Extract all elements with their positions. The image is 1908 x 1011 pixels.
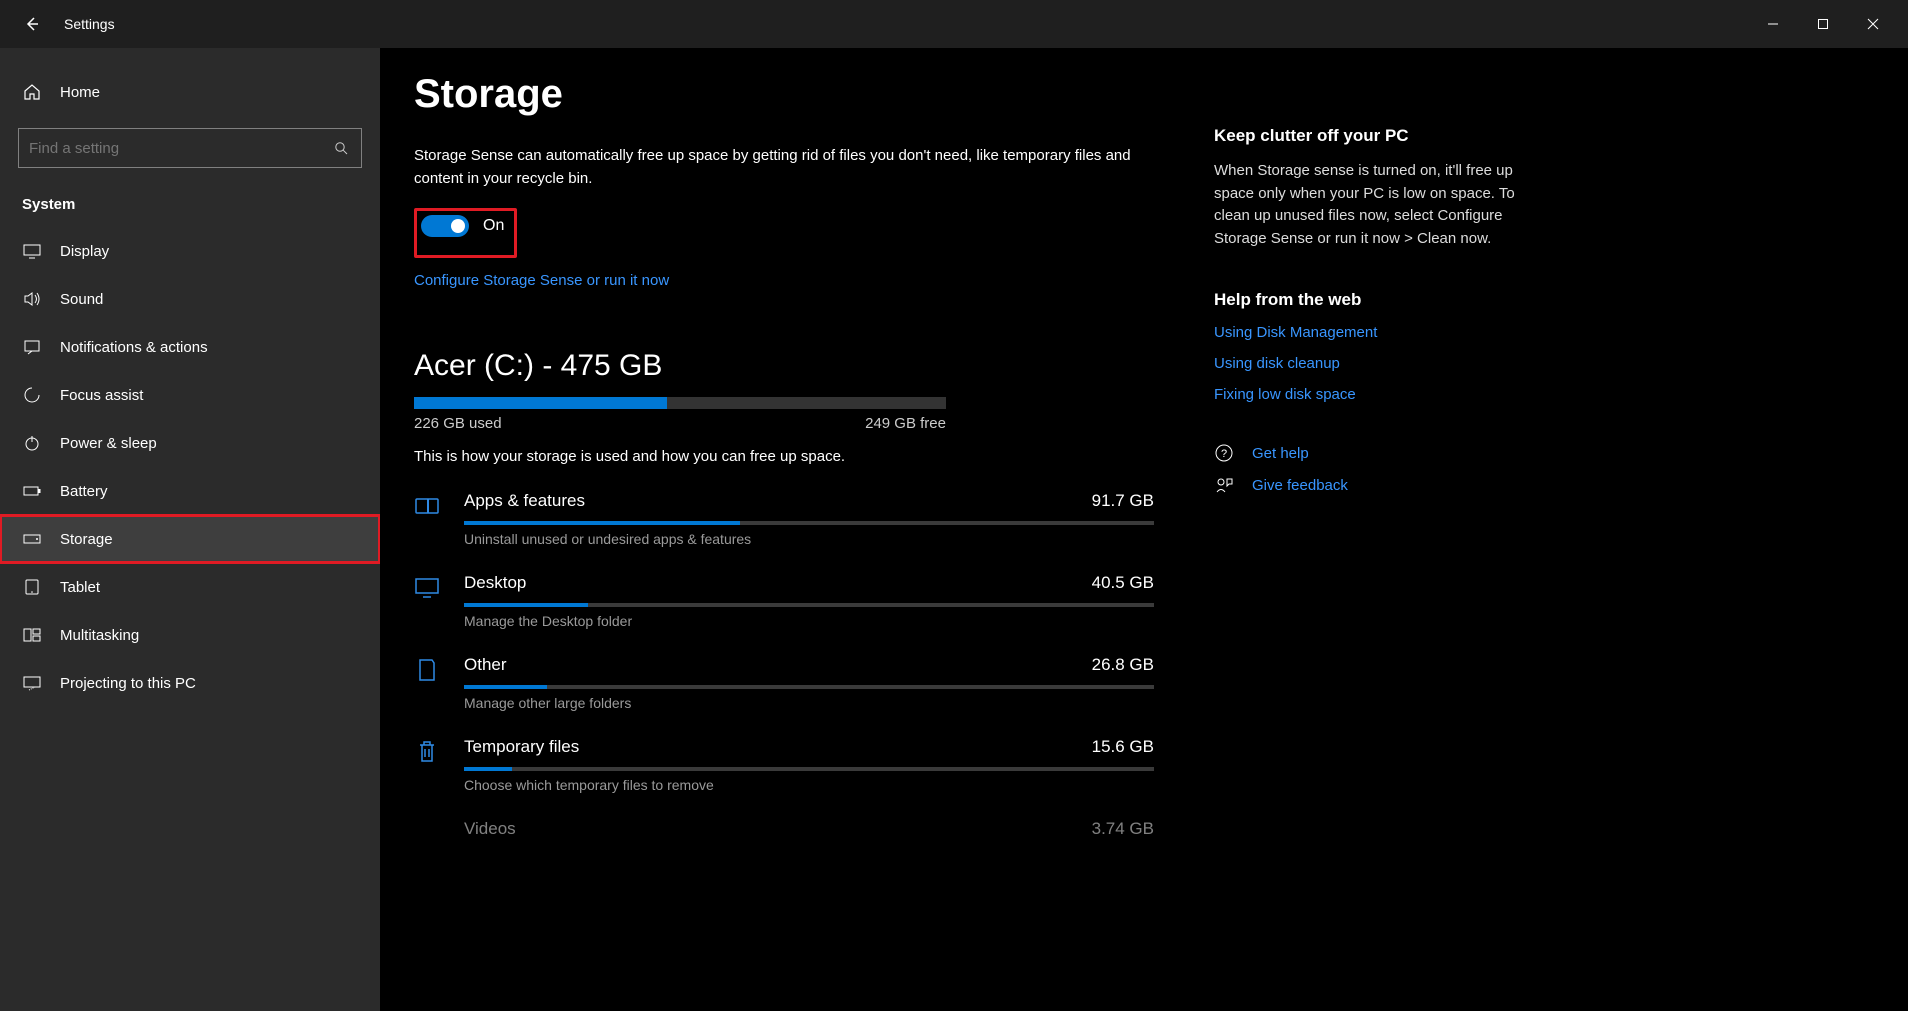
help-link-low-disk-space[interactable]: Fixing low disk space <box>1214 386 1524 403</box>
sidebar-item-multitasking[interactable]: Multitasking <box>0 611 380 659</box>
category-sub: Choose which temporary files to remove <box>464 777 1154 793</box>
sidebar-item-label: Focus assist <box>60 387 143 404</box>
titlebar: Settings <box>0 0 1908 48</box>
focus-icon <box>22 385 42 405</box>
sidebar-item-sound[interactable]: Sound <box>0 275 380 323</box>
sidebar-item-battery[interactable]: Battery <box>0 467 380 515</box>
notifications-icon <box>22 337 42 357</box>
home-button[interactable]: Home <box>0 68 380 116</box>
sidebar-item-notifications[interactable]: Notifications & actions <box>0 323 380 371</box>
category-sub: Manage the Desktop folder <box>464 613 1154 629</box>
free-text: 249 GB free <box>865 415 946 432</box>
feedback-icon <box>1214 475 1234 495</box>
category-sub: Manage other large folders <box>464 695 1154 711</box>
configure-link[interactable]: Configure Storage Sense or run it now <box>414 272 669 289</box>
category-size: 15.6 GB <box>1092 737 1154 757</box>
sidebar-item-projecting[interactable]: Projecting to this PC <box>0 659 380 707</box>
window-title: Settings <box>52 16 1750 32</box>
search-container[interactable] <box>18 128 362 168</box>
section-label: System <box>0 186 380 227</box>
sidebar-item-label: Display <box>60 243 109 260</box>
projecting-icon <box>22 673 42 693</box>
page-title: Storage <box>414 72 1154 117</box>
storage-icon <box>22 529 42 549</box>
back-arrow-icon <box>24 16 40 32</box>
sidebar-item-tablet[interactable]: Tablet <box>0 563 380 611</box>
category-name: Other <box>464 655 507 675</box>
used-text: 226 GB used <box>414 415 502 432</box>
sidebar-item-label: Power & sleep <box>60 435 157 452</box>
sidebar-item-focus-assist[interactable]: Focus assist <box>0 371 380 419</box>
sidebar-item-storage[interactable]: Storage <box>0 515 380 563</box>
category-name: Temporary files <box>464 737 579 757</box>
right-column: Keep clutter off your PC When Storage se… <box>1214 72 1524 1011</box>
search-input[interactable] <box>29 140 331 157</box>
search-icon <box>331 138 351 158</box>
tablet-icon <box>22 577 42 597</box>
sidebar-item-display[interactable]: Display <box>0 227 380 275</box>
sidebar-item-label: Storage <box>60 531 113 548</box>
svg-text:?: ? <box>1221 448 1227 460</box>
toggle-highlight: On <box>414 208 517 258</box>
clutter-title: Keep clutter off your PC <box>1214 126 1524 146</box>
give-feedback-link[interactable]: Give feedback <box>1252 477 1348 494</box>
sidebar-item-label: Sound <box>60 291 103 308</box>
power-icon <box>22 433 42 453</box>
category-size: 40.5 GB <box>1092 573 1154 593</box>
back-button[interactable] <box>12 16 52 32</box>
toggle-state-label: On <box>483 217 504 235</box>
sidebar-item-label: Multitasking <box>60 627 139 644</box>
home-label: Home <box>60 84 100 101</box>
desktop-icon <box>414 573 446 601</box>
multitasking-icon <box>22 625 42 645</box>
sidebar: Home System Display Sound Notifications … <box>0 48 380 1011</box>
storage-sense-description: Storage Sense can automatically free up … <box>414 145 1154 190</box>
category-name: Videos <box>464 819 516 839</box>
minimize-icon <box>1767 18 1779 30</box>
get-help-row[interactable]: ? Get help <box>1214 443 1524 463</box>
category-name: Apps & features <box>464 491 585 511</box>
category-desktop[interactable]: Desktop 40.5 GB Manage the Desktop folder <box>414 573 1154 629</box>
minimize-button[interactable] <box>1750 8 1796 40</box>
category-temp[interactable]: Temporary files 15.6 GB Choose which temp… <box>414 737 1154 793</box>
display-icon <box>22 241 42 261</box>
usage-description: This is how your storage is used and how… <box>414 448 1154 465</box>
help-link-disk-management[interactable]: Using Disk Management <box>1214 324 1524 341</box>
get-help-link[interactable]: Get help <box>1252 445 1309 462</box>
sidebar-item-label: Tablet <box>60 579 100 596</box>
other-icon <box>414 655 446 683</box>
drive-usage-bar <box>414 397 946 409</box>
give-feedback-row[interactable]: Give feedback <box>1214 475 1524 495</box>
clutter-body: When Storage sense is turned on, it'll f… <box>1214 160 1524 250</box>
sidebar-item-label: Notifications & actions <box>60 339 208 356</box>
content-area: Storage Storage Sense can automatically … <box>380 48 1908 1011</box>
sound-icon <box>22 289 42 309</box>
trash-icon <box>414 737 446 765</box>
category-size: 3.74 GB <box>1092 819 1154 839</box>
battery-icon <box>22 481 42 501</box>
category-sub: Uninstall unused or undesired apps & fea… <box>464 531 1154 547</box>
category-videos[interactable]: Videos 3.74 GB <box>414 819 1154 839</box>
sidebar-item-label: Projecting to this PC <box>60 675 196 692</box>
apps-icon <box>414 491 446 519</box>
close-button[interactable] <box>1850 8 1896 40</box>
help-link-disk-cleanup[interactable]: Using disk cleanup <box>1214 355 1524 372</box>
category-other[interactable]: Other 26.8 GB Manage other large folders <box>414 655 1154 711</box>
sidebar-item-label: Battery <box>60 483 108 500</box>
maximize-icon <box>1817 18 1829 30</box>
drive-heading: Acer (C:) - 475 GB <box>414 349 1154 383</box>
category-name: Desktop <box>464 573 526 593</box>
maximize-button[interactable] <box>1800 8 1846 40</box>
help-icon: ? <box>1214 443 1234 463</box>
storage-sense-toggle[interactable] <box>421 215 469 237</box>
videos-icon <box>414 819 446 821</box>
category-size: 26.8 GB <box>1092 655 1154 675</box>
home-icon <box>22 82 42 102</box>
category-size: 91.7 GB <box>1092 491 1154 511</box>
help-web-title: Help from the web <box>1214 290 1524 310</box>
close-icon <box>1867 18 1879 30</box>
category-apps[interactable]: Apps & features 91.7 GB Uninstall unused … <box>414 491 1154 547</box>
sidebar-item-power-sleep[interactable]: Power & sleep <box>0 419 380 467</box>
